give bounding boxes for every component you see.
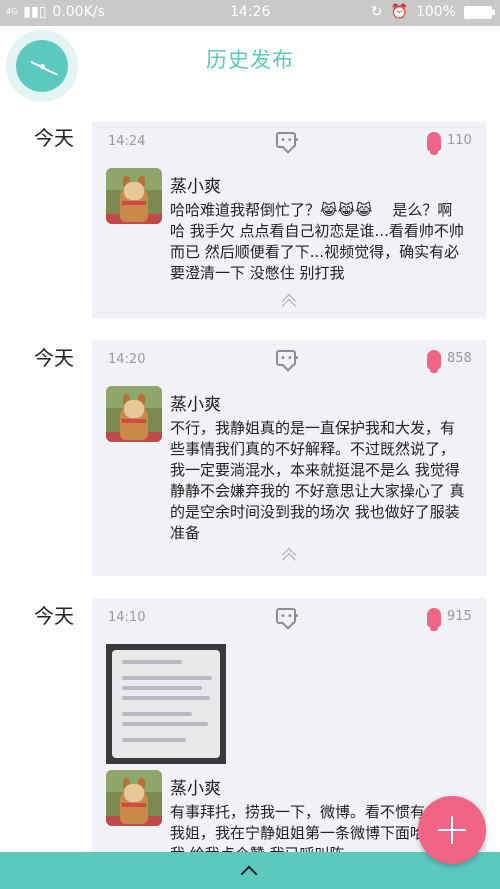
like-icon[interactable] (427, 350, 441, 373)
post-item: 今天 14:24 ••• 110 蒸小爽 哈哈难道我帮倒忙了？😹😹😹 是么？啊哈… (0, 102, 500, 322)
avatar[interactable] (106, 386, 162, 442)
status-left: 4G ▮▮▯ 0.00K/s (6, 4, 105, 20)
post-card[interactable]: 14:24 ••• 110 蒸小爽 哈哈难道我帮倒忙了？😹😹😹 是么？啊哈 我手… (92, 122, 486, 318)
battery-percent: 100% (415, 4, 456, 20)
avatar[interactable] (106, 168, 162, 224)
like-count: 858 (447, 351, 472, 366)
like-icon[interactable] (427, 132, 441, 155)
like-count: 110 (447, 133, 472, 148)
sync-icon: ↻ (370, 4, 383, 20)
chevron-up-icon[interactable] (280, 292, 298, 314)
username[interactable]: 蒸小爽 (170, 774, 221, 799)
post-date: 今天 (34, 126, 74, 150)
status-time: 14:26 (230, 4, 271, 20)
alarm-icon: ⏰ (390, 4, 408, 20)
battery-icon (464, 5, 495, 19)
add-post-button[interactable] (418, 796, 486, 864)
post-item: 今天 14:20 ••• 858 蒸小爽 不行，我静姐真的是一直保护我和大发，有… (0, 322, 500, 580)
username[interactable]: 蒸小爽 (170, 172, 221, 197)
network-type: 4G (6, 7, 18, 16)
comment-icon[interactable]: ••• (276, 132, 300, 148)
post-text: 不行，我静姐真的是一直保护我和大发，有些事情我们真的不好解释。不过既然说了，我一… (170, 419, 465, 542)
screenshot-image (112, 650, 220, 758)
network-speed: 0.00K/s (52, 4, 105, 20)
chevron-up-icon[interactable] (240, 865, 258, 883)
post-date: 今天 (34, 604, 74, 628)
post-card[interactable]: 14:20 ••• 858 蒸小爽 不行，我静姐真的是一直保护我和大发，有些事情… (92, 340, 486, 576)
signal-icon: ▮▮▯ (23, 4, 47, 20)
header: 历史发布 (0, 26, 500, 102)
comment-icon[interactable]: ••• (276, 350, 300, 366)
post-time: 14:20 (108, 352, 146, 367)
post-image[interactable] (106, 644, 226, 764)
post-time: 14:10 (108, 610, 146, 625)
post-time: 14:24 (108, 134, 146, 149)
post-date: 今天 (34, 346, 74, 370)
like-count: 915 (447, 609, 472, 624)
chevron-up-icon[interactable] (280, 546, 298, 568)
avatar[interactable] (106, 770, 162, 826)
status-right: ↻ ⏰ 100% (370, 4, 495, 20)
bottom-bar[interactable] (0, 852, 500, 889)
username[interactable]: 蒸小爽 (170, 390, 221, 415)
like-icon[interactable] (427, 608, 441, 631)
post-text: 哈哈难道我帮倒忙了？😹😹😹 是么？啊哈 我手欠 点点看自己初恋是谁...看看帅不… (170, 201, 464, 282)
post-feed[interactable]: 今天 14:24 ••• 110 蒸小爽 哈哈难道我帮倒忙了？😹😹😹 是么？啊哈… (0, 102, 500, 852)
page-title: 历史发布 (206, 48, 294, 72)
status-bar: 4G ▮▮▯ 0.00K/s 14:26 ↻ ⏰ 100% (0, 0, 500, 26)
comment-icon[interactable]: ••• (276, 608, 300, 624)
